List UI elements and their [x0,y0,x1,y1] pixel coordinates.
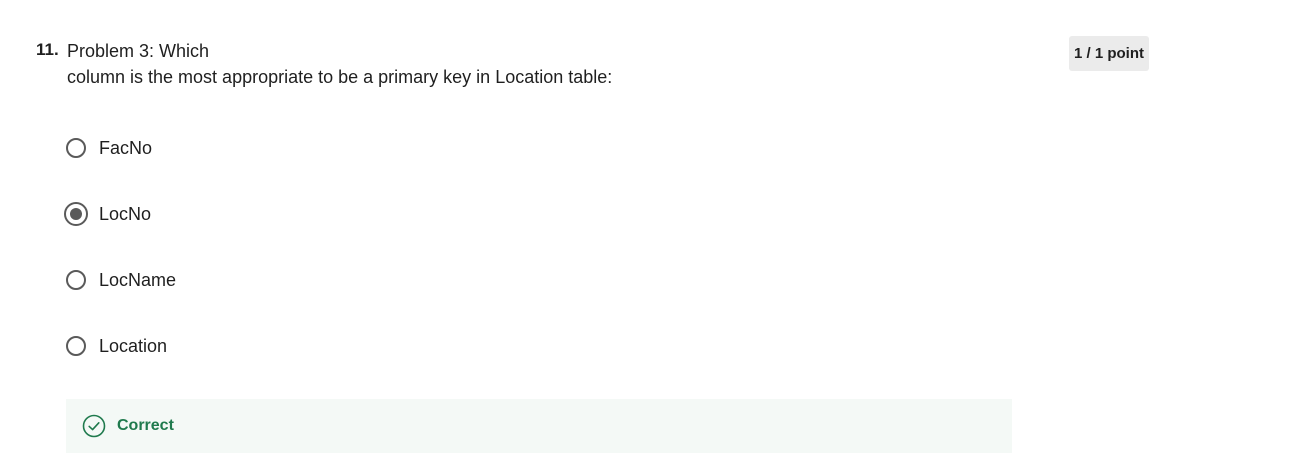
radio-button[interactable] [66,270,86,290]
feedback-box: Correct [66,399,1012,453]
radio-button-selected[interactable] [64,202,88,226]
question-text: Problem 3: Which column is the most appr… [67,38,827,90]
radio-button[interactable] [66,336,86,356]
feedback-label: Correct [117,417,174,434]
option-facno[interactable]: FacNo [66,131,176,165]
option-locname[interactable]: LocName [66,263,176,297]
option-locno[interactable]: LocNo [64,197,176,231]
radio-button[interactable] [66,138,86,158]
answer-options: FacNo LocNo LocName Location [64,131,176,395]
question-number: 11. [36,40,59,59]
points-badge: 1 / 1 point [1069,36,1150,71]
option-location[interactable]: Location [66,329,176,363]
option-label: LocName [99,269,177,290]
check-circle-icon [82,414,106,438]
option-label: FacNo [99,137,153,158]
question-text-line2: column is the most appropriate to be a p… [67,67,613,87]
option-label: Location [99,335,168,356]
question-text-line1: Problem 3: Which [67,41,210,61]
option-label: LocNo [99,203,152,224]
